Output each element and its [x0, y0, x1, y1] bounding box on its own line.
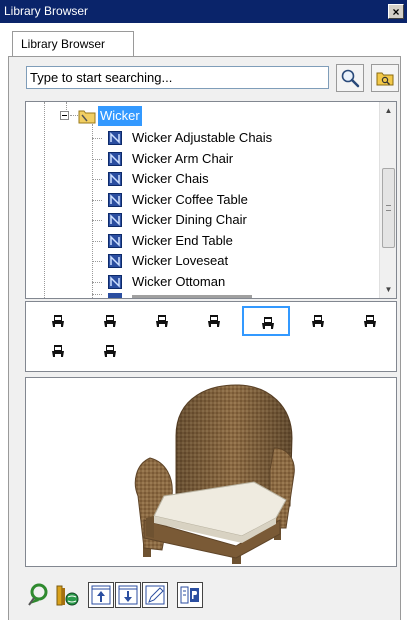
tree-item[interactable]: Wicker Loveseat [92, 251, 352, 271]
chair-view-icon [364, 315, 376, 327]
window-title: Library Browser [4, 4, 89, 18]
move-up-icon [91, 585, 111, 605]
edit-icon [145, 585, 165, 605]
chair-view-icon [262, 317, 274, 329]
catalog-web-button[interactable] [54, 582, 80, 608]
bottom-toolbar [26, 582, 326, 610]
view-angle-button[interactable] [86, 306, 134, 336]
tree-refresh-button[interactable] [26, 582, 52, 608]
view-angle-button[interactable] [294, 306, 342, 336]
browse-folder-button[interactable] [371, 64, 399, 92]
chair-view-icon [156, 315, 168, 327]
tree-connector [92, 281, 102, 283]
edit-button[interactable] [142, 582, 168, 608]
search-folder-icon [376, 72, 394, 86]
folder-label: Wicker [98, 106, 142, 126]
tree-connector [92, 220, 102, 221]
tree-item-label: Wicker Chais [132, 171, 209, 186]
search-input[interactable] [26, 66, 329, 89]
chair-view-icon [312, 315, 324, 327]
catalog-web-icon [56, 585, 79, 606]
view-angle-button[interactable] [138, 306, 186, 336]
magnifier-icon [341, 69, 360, 88]
move-up-button[interactable] [88, 582, 114, 608]
properties-button[interactable] [177, 582, 203, 608]
tree-item-label: Wicker Loveseat [132, 253, 229, 268]
chair-view-icon [208, 315, 220, 327]
chair-view-icon [104, 315, 116, 327]
tree-item-label: Wicker End Table [132, 232, 233, 248]
library-object-icon [108, 274, 122, 289]
tree-refresh-icon [28, 583, 48, 606]
tree-connector [92, 294, 102, 295]
library-object-icon [108, 213, 122, 227]
item-icon-partial [108, 293, 122, 298]
tab-library-browser[interactable]: Library Browser [12, 31, 134, 56]
library-tree[interactable]: Wicker Wicker Adjustable Chais Wicker Arm… [25, 101, 397, 299]
tree-connector [70, 115, 78, 116]
library-object-icon [108, 131, 122, 145]
close-icon: × [392, 5, 400, 19]
tree-item-label: Wicker Coffee Table [132, 191, 248, 207]
view-angle-button[interactable] [86, 336, 134, 366]
view-angle-button[interactable] [34, 336, 82, 366]
object-preview [25, 377, 397, 567]
tree-item[interactable]: Wicker Dining Chair [92, 210, 352, 230]
grip-icon [386, 205, 391, 211]
tree-folder-row[interactable]: Wicker [60, 106, 200, 126]
tree-connector [92, 261, 102, 262]
tree-item[interactable]: Wicker Ottoman [92, 272, 352, 292]
library-object-icon [108, 254, 122, 268]
window-title-bar[interactable]: Library Browser × [0, 0, 407, 23]
library-object-icon [108, 151, 122, 166]
scroll-down-icon[interactable]: ▼ [380, 281, 396, 298]
properties-icon [180, 586, 199, 604]
tree-item-label: Wicker Dining Chair [132, 212, 247, 227]
close-button[interactable]: × [388, 4, 404, 19]
tree-item[interactable]: Wicker Adjustable Chais [92, 128, 352, 148]
tree-item-partial [92, 291, 292, 298]
collapse-icon[interactable] [60, 111, 69, 120]
view-angle-button[interactable] [190, 306, 238, 336]
library-object-icon [108, 192, 122, 207]
tree-connector [92, 199, 102, 201]
chair-view-icon [52, 315, 64, 327]
folder-icon [78, 110, 96, 124]
tab-label: Library Browser [21, 37, 106, 51]
chair-view-icon [52, 345, 64, 357]
tree-connector [92, 240, 102, 242]
chair-preview-image [134, 384, 295, 564]
view-angle-button[interactable] [34, 306, 82, 336]
tree-item[interactable]: Wicker Arm Chair [92, 149, 352, 169]
tree-item-label: Wicker Arm Chair [132, 150, 234, 166]
scroll-thumb[interactable] [382, 168, 395, 248]
tree-item-label: Wicker Ottoman [132, 273, 226, 289]
tree-connector [92, 179, 102, 180]
tree-connector [92, 138, 102, 139]
library-object-icon [108, 172, 122, 186]
move-down-icon [118, 585, 138, 605]
view-angle-panel[interactable] [25, 301, 397, 372]
search-button[interactable] [336, 64, 364, 92]
tree-item[interactable]: Wicker End Table [92, 231, 352, 251]
view-angle-button[interactable] [346, 306, 394, 336]
tree-connector [92, 158, 102, 160]
tree-item[interactable]: Wicker Coffee Table [92, 190, 352, 210]
tree-scrollbar[interactable]: ▲ ▼ [379, 102, 396, 298]
tree-item[interactable]: Wicker Chais [92, 169, 352, 189]
tree-item-label: Wicker Adjustable Chais [132, 130, 273, 145]
tree-guide-line [44, 102, 45, 298]
scroll-up-icon[interactable]: ▲ [380, 102, 396, 119]
chair-view-icon [104, 345, 116, 357]
item-label-partial [132, 295, 252, 298]
view-angle-button[interactable] [242, 306, 290, 336]
library-object-icon [108, 233, 122, 248]
move-down-button[interactable] [115, 582, 141, 608]
